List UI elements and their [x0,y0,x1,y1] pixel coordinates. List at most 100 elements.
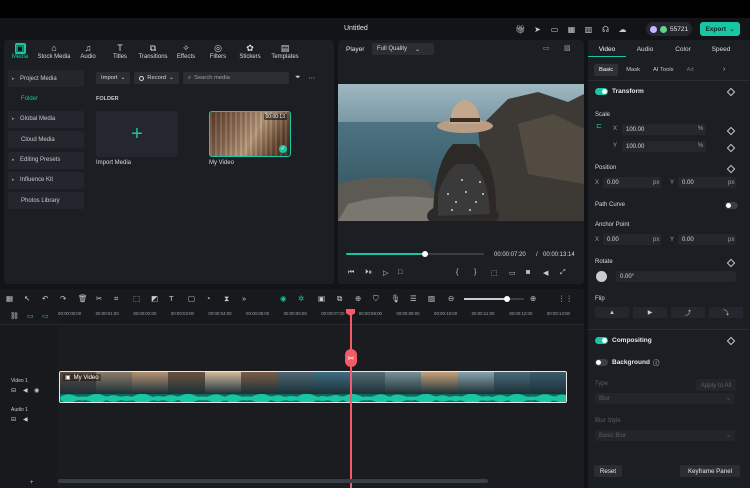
snapshot-icon[interactable]: ▨ [564,44,571,52]
speaker-icon[interactable]: ◀︎ [23,416,28,423]
timeline-scrollbar[interactable] [58,479,488,483]
search-input[interactable]: ⌕ Search media [182,72,289,84]
motion-track-icon[interactable]: ⊕ [355,294,361,303]
sidebar-item-photos-library[interactable]: Photos Library [8,192,84,210]
zoom-out-icon[interactable]: ⊖ [448,294,454,303]
render-icon[interactable]: ⬚ [491,269,498,277]
stop-icon[interactable]: □ [398,269,402,276]
gift-icon[interactable]: 🎁︎ [514,23,527,35]
volume-icon[interactable]: ◀︎ [543,269,548,277]
speaker-icon[interactable]: ◀︎ [23,387,28,394]
tab-filters[interactable]: ◎ Filters [202,40,234,66]
fullscreen-icon[interactable]: ⤢ [560,269,566,277]
keyframe-icon[interactable] [726,143,736,153]
grid-icon[interactable]: ▦ [6,294,13,303]
mark-out-icon[interactable]: } [474,269,476,276]
reset-button[interactable]: Reset [594,465,622,477]
compositing-section[interactable]: Compositing [588,329,750,351]
tab-color[interactable]: Color [664,43,702,57]
record-dropdown[interactable]: Record ⌄ [134,72,179,84]
grid-icon[interactable]: ▥ [582,23,595,35]
rotate-field[interactable]: 0.00° [616,271,736,282]
tab-templates[interactable]: ▤ Templates [266,40,304,66]
tab-titles[interactable]: T Titles [104,40,136,66]
sidebar-item-folder[interactable]: Folder [8,90,84,107]
undo-icon[interactable]: ↶ [42,294,48,303]
folder-icon[interactable]: ⊟ [11,387,16,394]
folder-icon[interactable]: ⊟ [11,416,16,423]
video-preview[interactable] [338,84,584,221]
subtab-mask[interactable]: Mask [621,64,645,76]
step-back-icon[interactable]: ⏮ [348,269,354,277]
more-icon[interactable]: ⋯ [307,72,317,84]
scrubber-knob[interactable] [421,251,428,257]
keyframe-icon[interactable] [726,336,736,345]
transform-section[interactable]: Transform [588,80,750,102]
sidebar-item-global-media[interactable]: ▸ Global Media [8,110,84,128]
timeline-ruler[interactable]: ⛓︎ ▭ ▭ 00:00:00:00 00:00:01:00 00:00:02:00… [0,307,584,325]
rotate-right-button[interactable]: ⤴ [671,307,705,318]
import-dropdown[interactable]: Import ⌄ [96,72,131,84]
tab-transitions[interactable]: ⧉ Transitions [136,40,170,66]
compositing-toggle[interactable] [595,337,608,344]
blur-style-select[interactable]: Basic Blur ⌄ [595,430,735,441]
filter-icon[interactable]: ⏷ [293,72,303,84]
text-icon[interactable]: T [169,294,174,303]
layout-icon[interactable]: ⋮⋮ [558,294,573,303]
image-icon[interactable]: ▨ [428,294,435,303]
headset-icon[interactable]: ☊ [599,23,612,35]
ai-icon[interactable]: ◉ [280,294,287,303]
color-icon[interactable]: ◩ [151,294,158,303]
cloud-icon[interactable]: ☁ [616,23,629,35]
screen-icon[interactable]: ▭ [543,44,550,52]
microphone-icon[interactable]: 🎙︎ [391,294,401,303]
subtab-ai-tools[interactable]: AI Tools [648,64,679,76]
background-toggle[interactable] [595,358,608,366]
delete-icon[interactable]: 🗑︎ [78,294,88,303]
help-icon[interactable]: ⓘ [653,357,660,367]
subtab-basic[interactable]: Basic [594,64,619,76]
magnet-icon[interactable]: ▭ [27,312,34,320]
type-select[interactable]: Blur ⌄ [595,393,735,404]
credits-badge[interactable]: 55721 [646,22,693,36]
camera-icon[interactable]: ◙ [526,269,530,276]
keyframe-icon[interactable] [726,87,736,96]
keyframe-icon[interactable] [726,164,736,174]
lock-icon[interactable]: ⊏ [596,122,602,130]
save-icon[interactable]: ▭ [548,23,561,35]
chain-icon[interactable]: ▭ [42,312,49,320]
tab-speed[interactable]: Speed [702,43,740,57]
mark-in-icon[interactable]: { [456,269,458,276]
add-track-icon[interactable]: + [30,480,34,486]
speed-icon[interactable]: ◔ [206,294,211,303]
tab-audio[interactable]: Audio [626,43,664,57]
send-icon[interactable]: ➤ [531,23,544,35]
playhead-split-button[interactable]: ✂ [345,349,357,367]
timeline-body[interactable]: Video 1 ⊟ ◀︎ ◉ Audio 1 ⊟ ◀︎ + [0,325,584,488]
apply-to-all-button[interactable]: Apply to All [696,379,736,391]
flip-horizontal-button[interactable]: ▶ [633,307,667,318]
sidebar-item-project-media[interactable]: ▸ Project Media [8,70,84,87]
more-tools-icon[interactable]: » [242,294,246,303]
mask-icon[interactable]: ⧗ [224,294,229,304]
my-video-tile[interactable]: 00:00:13 ✓ [209,111,291,157]
rotate-dial[interactable] [596,271,607,282]
shield-icon[interactable]: ⛉ [373,294,379,304]
playhead[interactable] [350,311,352,488]
tab-video[interactable]: Video [588,43,626,57]
path-curve-toggle[interactable] [725,202,738,209]
timeline-clip[interactable]: ▣ My Video [59,371,567,403]
zoom-slider-knob[interactable] [504,296,510,302]
export-button[interactable]: Export ⌄ [700,22,740,36]
quality-dropdown[interactable]: Full Quality ⌄ [372,43,434,55]
keyframe-tool-icon[interactable]: ⧉ [337,294,342,304]
sidebar-item-influence-kit[interactable]: ▸ Influence Kit [8,171,84,189]
play-frame-icon[interactable]: ⏵⏸ [365,269,372,277]
subtab-ad[interactable]: Ad [682,64,699,76]
crop-icon[interactable]: ⌗ [114,294,118,304]
keyframe-panel-button[interactable]: Keyframe Panel [680,465,740,477]
flip-vertical-button[interactable]: ▲ [595,307,629,318]
scale-x-field[interactable]: 100.00 [622,124,706,135]
scale-y-field[interactable]: 100.00 [622,141,706,152]
chevron-right-icon[interactable]: › [723,66,725,73]
